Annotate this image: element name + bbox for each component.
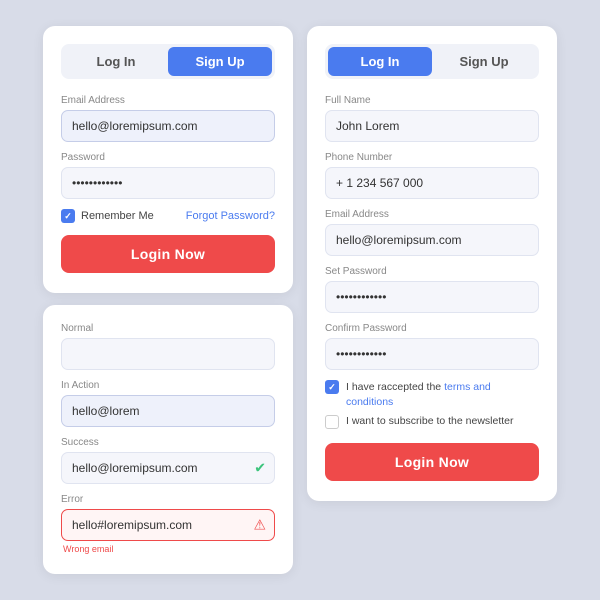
error-hint: Wrong email bbox=[63, 544, 275, 554]
terms-checkbox[interactable] bbox=[325, 380, 339, 394]
setpassword-input[interactable] bbox=[325, 281, 539, 313]
newsletter-text: I want to subscribe to the newsletter bbox=[346, 415, 514, 427]
forgot-password-link[interactable]: Forgot Password? bbox=[186, 210, 275, 222]
setpassword-label: Set Password bbox=[325, 266, 539, 277]
success-label: Success bbox=[61, 437, 275, 448]
login-button-left[interactable]: Login Now bbox=[61, 235, 275, 273]
tab-login-right[interactable]: Log In bbox=[328, 47, 432, 76]
phone-label: Phone Number bbox=[325, 152, 539, 163]
terms-row: I have raccepted the terms and condition… bbox=[325, 380, 539, 409]
email-signup-input[interactable] bbox=[325, 224, 539, 256]
phone-input[interactable] bbox=[325, 167, 539, 199]
error-icon: ⚠ bbox=[253, 517, 266, 534]
inaction-input[interactable] bbox=[61, 395, 275, 427]
success-input[interactable] bbox=[61, 452, 275, 484]
fullname-label: Full Name bbox=[325, 95, 539, 106]
email-signup-label: Email Address bbox=[325, 209, 539, 220]
signup-tab-bar: Log In Sign Up bbox=[325, 44, 539, 79]
fullname-input[interactable] bbox=[325, 110, 539, 142]
password-input[interactable] bbox=[61, 167, 275, 199]
email-input[interactable] bbox=[61, 110, 275, 142]
login-tab-bar: Log In Sign Up bbox=[61, 44, 275, 79]
terms-text: I have raccepted the terms and condition… bbox=[346, 380, 539, 409]
tab-login-left[interactable]: Log In bbox=[64, 47, 168, 76]
confirmpassword-label: Confirm Password bbox=[325, 323, 539, 334]
newsletter-row: I want to subscribe to the newsletter bbox=[325, 415, 539, 429]
success-icon: ✔ bbox=[254, 460, 266, 477]
email-label: Email Address bbox=[61, 95, 275, 106]
newsletter-checkbox[interactable] bbox=[325, 415, 339, 429]
tab-signup-left[interactable]: Sign Up bbox=[168, 47, 272, 76]
inaction-label: In Action bbox=[61, 380, 275, 391]
error-label: Error bbox=[61, 494, 275, 505]
normal-input[interactable] bbox=[61, 338, 275, 370]
tab-signup-right[interactable]: Sign Up bbox=[432, 47, 536, 76]
remember-label: Remember Me bbox=[81, 210, 154, 222]
error-input[interactable] bbox=[61, 509, 275, 541]
password-label: Password bbox=[61, 152, 275, 163]
remember-checkbox[interactable] bbox=[61, 209, 75, 223]
login-button-right[interactable]: Login Now bbox=[325, 443, 539, 481]
remember-row: Remember Me Forgot Password? bbox=[61, 209, 275, 223]
confirmpassword-input[interactable] bbox=[325, 338, 539, 370]
normal-label: Normal bbox=[61, 323, 275, 334]
